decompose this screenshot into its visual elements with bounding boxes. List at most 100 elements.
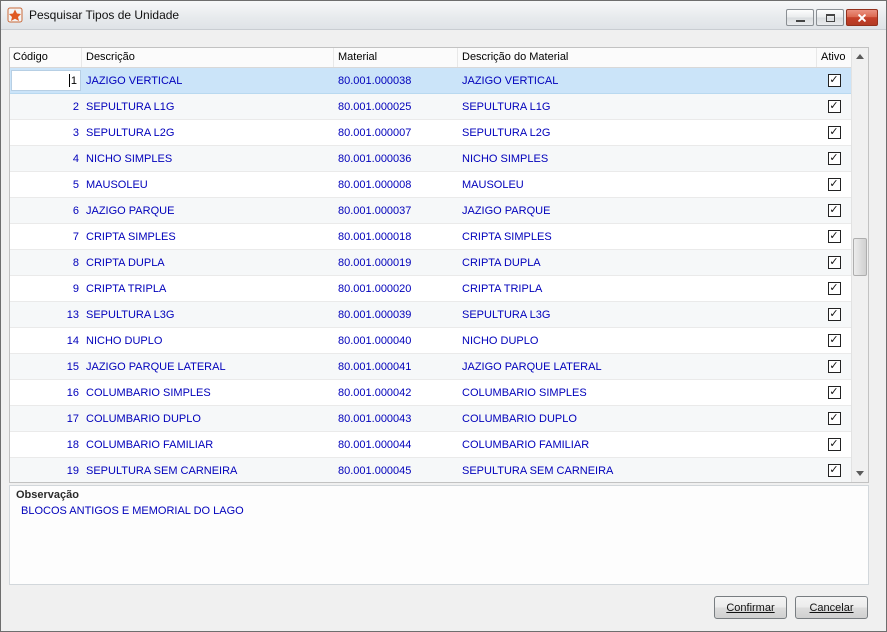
- codigo-cell[interactable]: 2: [10, 94, 82, 119]
- material-descricao-cell[interactable]: SEPULTURA L3G: [458, 302, 817, 327]
- ativo-checkbox[interactable]: ✓: [827, 386, 841, 399]
- scroll-up-button[interactable]: [852, 48, 868, 65]
- material-descricao-cell[interactable]: NICHO SIMPLES: [458, 146, 817, 171]
- maximize-button[interactable]: [816, 9, 844, 26]
- descricao-cell[interactable]: CRIPTA DUPLA: [82, 250, 334, 275]
- material-cell[interactable]: 80.001.000041: [334, 354, 458, 379]
- ativo-checkbox[interactable]: ✓: [827, 126, 841, 139]
- material-descricao-cell[interactable]: CRIPTA DUPLA: [458, 250, 817, 275]
- column-header-descricao-material[interactable]: Descrição do Material: [458, 48, 817, 67]
- column-header-material[interactable]: Material: [334, 48, 458, 67]
- ativo-checkbox[interactable]: ✓: [827, 308, 841, 321]
- table-row[interactable]: 17 COLUMBARIO DUPLO 80.001.000043 COLUMBARI…: [10, 406, 851, 432]
- descricao-cell[interactable]: COLUMBARIO DUPLO: [82, 406, 334, 431]
- ativo-checkbox[interactable]: ✓: [827, 412, 841, 425]
- titlebar[interactable]: Pesquisar Tipos de Unidade: [1, 1, 886, 30]
- material-descricao-cell[interactable]: COLUMBARIO DUPLO: [458, 406, 817, 431]
- column-header-descricao[interactable]: Descrição: [82, 48, 334, 67]
- material-descricao-cell[interactable]: JAZIGO VERTICAL: [458, 68, 817, 93]
- material-cell[interactable]: 80.001.000008: [334, 172, 458, 197]
- codigo-cell[interactable]: 9: [10, 276, 82, 301]
- material-descricao-cell[interactable]: SEPULTURA L1G: [458, 94, 817, 119]
- codigo-cell[interactable]: 13: [10, 302, 82, 327]
- material-descricao-cell[interactable]: COLUMBARIO SIMPLES: [458, 380, 817, 405]
- descricao-cell[interactable]: SEPULTURA L2G: [82, 120, 334, 145]
- codigo-cell[interactable]: 5: [10, 172, 82, 197]
- table-row[interactable]: 6 JAZIGO PARQUE 80.001.000037 JAZIGO PARQUE…: [10, 198, 851, 224]
- table-row[interactable]: 2 SEPULTURA L1G 80.001.000025 SEPULTURA L1G…: [10, 94, 851, 120]
- ativo-checkbox[interactable]: ✓: [827, 74, 841, 87]
- material-descricao-cell[interactable]: CRIPTA TRIPLA: [458, 276, 817, 301]
- table-row[interactable]: 1 JAZIGO VERTICAL 80.001.000038 JAZIGO VERT…: [10, 68, 851, 94]
- table-row[interactable]: 18 COLUMBARIO FAMILIAR 80.001.000044 COLUMB…: [10, 432, 851, 458]
- material-cell[interactable]: 80.001.000042: [334, 380, 458, 405]
- material-descricao-cell[interactable]: SEPULTURA SEM CARNEIRA: [458, 458, 817, 482]
- material-cell[interactable]: 80.001.000038: [334, 68, 458, 93]
- material-descricao-cell[interactable]: NICHO DUPLO: [458, 328, 817, 353]
- table-row[interactable]: 3 SEPULTURA L2G 80.001.000007 SEPULTURA L2G…: [10, 120, 851, 146]
- ativo-checkbox[interactable]: ✓: [827, 178, 841, 191]
- table-row[interactable]: 14 NICHO DUPLO 80.001.000040 NICHO DUPLO ✓: [10, 328, 851, 354]
- scroll-thumb[interactable]: [853, 238, 867, 276]
- codigo-cell[interactable]: 16: [10, 380, 82, 405]
- descricao-cell[interactable]: JAZIGO PARQUE LATERAL: [82, 354, 334, 379]
- codigo-cell[interactable]: 14: [10, 328, 82, 353]
- material-descricao-cell[interactable]: SEPULTURA L2G: [458, 120, 817, 145]
- material-descricao-cell[interactable]: CRIPTA SIMPLES: [458, 224, 817, 249]
- table-row[interactable]: 7 CRIPTA SIMPLES 80.001.000018 CRIPTA SIMPL…: [10, 224, 851, 250]
- material-cell[interactable]: 80.001.000040: [334, 328, 458, 353]
- codigo-cell[interactable]: 8: [10, 250, 82, 275]
- descricao-cell[interactable]: COLUMBARIO FAMILIAR: [82, 432, 334, 457]
- descricao-cell[interactable]: SEPULTURA SEM CARNEIRA: [82, 458, 334, 482]
- material-cell[interactable]: 80.001.000039: [334, 302, 458, 327]
- material-cell[interactable]: 80.001.000018: [334, 224, 458, 249]
- descricao-cell[interactable]: CRIPTA TRIPLA: [82, 276, 334, 301]
- column-header-codigo[interactable]: Código: [10, 48, 82, 67]
- ativo-checkbox[interactable]: ✓: [827, 152, 841, 165]
- table-row[interactable]: 19 SEPULTURA SEM CARNEIRA 80.001.000045 SEP…: [10, 458, 851, 482]
- close-button[interactable]: [846, 9, 878, 26]
- ativo-checkbox[interactable]: ✓: [827, 360, 841, 373]
- descricao-cell[interactable]: MAUSOLEU: [82, 172, 334, 197]
- ativo-checkbox[interactable]: ✓: [827, 464, 841, 477]
- codigo-edit-cell[interactable]: 1: [11, 70, 81, 91]
- ativo-checkbox[interactable]: ✓: [827, 282, 841, 295]
- table-row[interactable]: 4 NICHO SIMPLES 80.001.000036 NICHO SIMPLES…: [10, 146, 851, 172]
- material-cell[interactable]: 80.001.000044: [334, 432, 458, 457]
- material-cell[interactable]: 80.001.000043: [334, 406, 458, 431]
- vertical-scrollbar[interactable]: [851, 48, 868, 482]
- descricao-cell[interactable]: JAZIGO VERTICAL: [82, 68, 334, 93]
- descricao-cell[interactable]: NICHO DUPLO: [82, 328, 334, 353]
- descricao-cell[interactable]: CRIPTA SIMPLES: [82, 224, 334, 249]
- material-cell[interactable]: 80.001.000020: [334, 276, 458, 301]
- material-cell[interactable]: 80.001.000036: [334, 146, 458, 171]
- table-row[interactable]: 8 CRIPTA DUPLA 80.001.000019 CRIPTA DUPLA ✓: [10, 250, 851, 276]
- codigo-cell[interactable]: 6: [10, 198, 82, 223]
- codigo-cell[interactable]: 4: [10, 146, 82, 171]
- table-row[interactable]: 16 COLUMBARIO SIMPLES 80.001.000042 COLUMBA…: [10, 380, 851, 406]
- cancelar-button[interactable]: Cancelar: [795, 596, 868, 619]
- material-cell[interactable]: 80.001.000025: [334, 94, 458, 119]
- confirmar-button[interactable]: Confirmar: [714, 596, 787, 619]
- material-cell[interactable]: 80.001.000037: [334, 198, 458, 223]
- codigo-cell[interactable]: 1: [10, 68, 82, 93]
- codigo-cell[interactable]: 19: [10, 458, 82, 482]
- column-header-ativo[interactable]: Ativo: [817, 48, 851, 67]
- material-cell[interactable]: 80.001.000007: [334, 120, 458, 145]
- table-row[interactable]: 5 MAUSOLEU 80.001.000008 MAUSOLEU ✓: [10, 172, 851, 198]
- descricao-cell[interactable]: COLUMBARIO SIMPLES: [82, 380, 334, 405]
- codigo-cell[interactable]: 17: [10, 406, 82, 431]
- material-cell[interactable]: 80.001.000045: [334, 458, 458, 482]
- ativo-checkbox[interactable]: ✓: [827, 100, 841, 113]
- ativo-checkbox[interactable]: ✓: [827, 230, 841, 243]
- codigo-cell[interactable]: 7: [10, 224, 82, 249]
- codigo-cell[interactable]: 18: [10, 432, 82, 457]
- material-descricao-cell[interactable]: JAZIGO PARQUE LATERAL: [458, 354, 817, 379]
- codigo-cell[interactable]: 3: [10, 120, 82, 145]
- app-icon[interactable]: [7, 7, 23, 23]
- material-descricao-cell[interactable]: COLUMBARIO FAMILIAR: [458, 432, 817, 457]
- descricao-cell[interactable]: JAZIGO PARQUE: [82, 198, 334, 223]
- ativo-checkbox[interactable]: ✓: [827, 204, 841, 217]
- ativo-checkbox[interactable]: ✓: [827, 438, 841, 451]
- table-row[interactable]: 13 SEPULTURA L3G 80.001.000039 SEPULTURA L3…: [10, 302, 851, 328]
